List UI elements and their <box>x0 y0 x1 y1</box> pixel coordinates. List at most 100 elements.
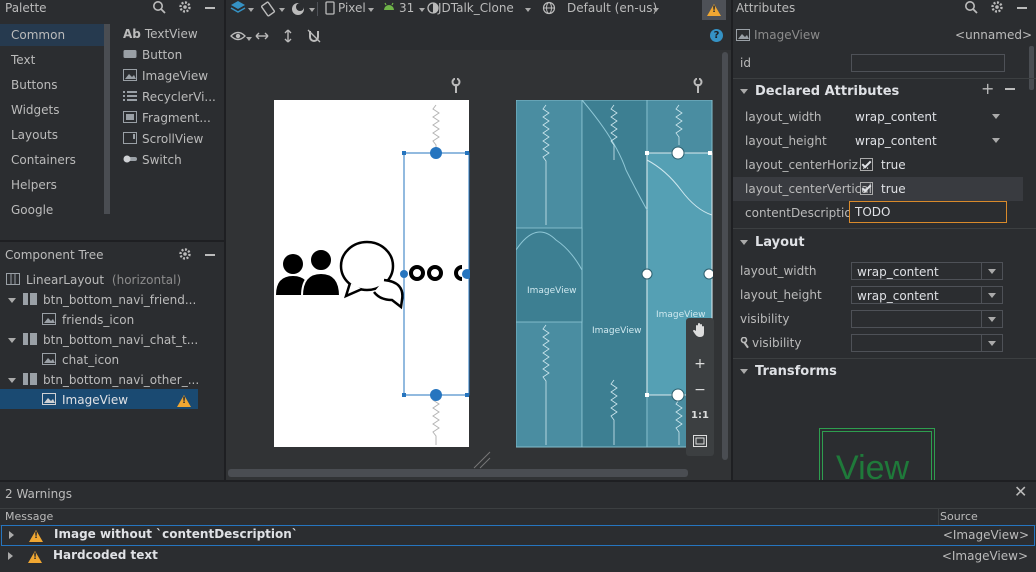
tools-visibility-select[interactable] <box>851 334 1003 352</box>
tree-row-linearlayout[interactable]: LinearLayout (horizontal) <box>6 270 181 290</box>
chevron-down-icon <box>981 287 1002 303</box>
tree-row-other-button[interactable]: btn_bottom_navi_other_... <box>8 370 199 390</box>
horizontal-resize-icon[interactable] <box>255 29 269 43</box>
chevron-down-icon[interactable] <box>419 8 425 12</box>
palette-category-common[interactable]: Common <box>11 28 65 42</box>
remove-attribute-button[interactable] <box>1005 88 1015 90</box>
zoom-in-button[interactable]: + <box>686 352 714 376</box>
minimize-icon[interactable] <box>1017 7 1027 9</box>
chevron-down-icon[interactable] <box>279 8 285 12</box>
problem-row[interactable]: Image without `contentDescription` <Imag… <box>1 525 1035 546</box>
content-description-input[interactable]: TODO <box>849 201 1007 223</box>
chevron-down-icon[interactable] <box>653 8 659 12</box>
warning-icon[interactable] <box>177 395 191 407</box>
blueprint-label: ImageView <box>592 326 642 336</box>
palette-category-text[interactable]: Text <box>11 53 35 67</box>
vertical-resize-icon[interactable] <box>281 29 295 43</box>
tree-row-imageview[interactable]: ImageView <box>42 390 128 410</box>
chevron-down-icon[interactable] <box>248 8 254 12</box>
declared-attributes-header[interactable]: Declared Attributes <box>733 81 899 103</box>
gear-icon[interactable] <box>178 247 192 261</box>
chevron-down-icon[interactable] <box>525 8 531 12</box>
theme-selector[interactable]: JDTalk_Clone <box>438 1 514 15</box>
palette-item-switch[interactable]: Switch <box>123 150 182 170</box>
device-selector[interactable]: Pixel <box>338 1 366 15</box>
zoom-fit-icon[interactable] <box>693 435 707 447</box>
design-canvas[interactable]: ImageView ImageView ImageView + − 1:1 <box>226 50 731 480</box>
column-message[interactable]: Message <box>5 509 53 525</box>
zoom-reset-button[interactable]: 1:1 <box>686 404 714 428</box>
layout-height-select[interactable]: wrap_content <box>851 286 1003 304</box>
search-icon[interactable] <box>152 0 166 14</box>
close-icon[interactable]: ✕ <box>1014 482 1027 501</box>
night-mode-icon[interactable] <box>290 1 306 17</box>
locale-selector[interactable]: Default (en-us) <box>567 1 657 15</box>
layout-height-dropdown[interactable]: wrap_content <box>850 132 1006 150</box>
attr-center-vertical: layout_centerVertical true <box>733 177 1023 201</box>
palette-category-google[interactable]: Google <box>11 203 53 217</box>
wrench-icon[interactable] <box>450 78 462 94</box>
blueprint-surface[interactable] <box>516 100 713 448</box>
layout-attr-tools-visibility: visibility <box>733 331 1023 355</box>
layout-icon <box>23 293 37 305</box>
minimize-icon[interactable] <box>205 254 215 256</box>
gear-icon[interactable] <box>990 0 1004 14</box>
palette-category-helpers[interactable]: Helpers <box>11 178 57 192</box>
palette-scrollbar[interactable] <box>104 24 110 214</box>
visibility-select[interactable] <box>851 310 1003 328</box>
column-source[interactable]: Source <box>938 509 978 525</box>
palette-item-textview[interactable]: Ab TextView <box>123 24 198 44</box>
design-surface[interactable] <box>274 100 470 448</box>
tree-row-chat-button[interactable]: btn_bottom_navi_chat_t... <box>8 330 198 350</box>
palette-category-containers[interactable]: Containers <box>11 153 76 167</box>
id-field[interactable] <box>851 54 1005 72</box>
palette-category-layouts[interactable]: Layouts <box>11 128 58 142</box>
constraint-handle-left <box>400 270 408 278</box>
rotate-icon[interactable] <box>260 1 276 17</box>
help-icon[interactable]: ? <box>710 29 723 42</box>
chevron-down-icon <box>986 108 1006 124</box>
search-icon[interactable] <box>964 0 978 14</box>
pan-hand-icon[interactable] <box>692 322 708 338</box>
center-vertical-checkbox[interactable]: true <box>860 177 906 201</box>
chevron-down-icon[interactable] <box>8 378 16 383</box>
wrench-icon[interactable] <box>692 78 704 94</box>
center-horizontal-checkbox[interactable]: true <box>860 153 906 177</box>
transforms-header[interactable]: Transforms <box>733 361 837 383</box>
layers-icon[interactable] <box>230 0 246 16</box>
palette-item-fragment[interactable]: Fragment... <box>123 108 211 128</box>
problem-message: Hardcoded text <box>53 548 158 562</box>
layout-header[interactable]: Layout <box>733 232 805 254</box>
gear-icon[interactable] <box>178 0 192 14</box>
resize-handle-icon[interactable] <box>472 450 492 470</box>
palette-category-buttons[interactable]: Buttons <box>11 78 57 92</box>
tree-row-friends-icon[interactable]: friends_icon <box>42 310 134 330</box>
warning-button[interactable] <box>702 0 726 20</box>
palette-item-recyclerview[interactable]: RecyclerVi... <box>123 87 216 107</box>
add-attribute-button[interactable]: + <box>981 79 994 98</box>
eye-icon[interactable] <box>230 29 246 43</box>
layout-width-dropdown[interactable]: wrap_content <box>850 108 1006 126</box>
chevron-down-icon[interactable] <box>246 37 252 41</box>
palette-item-scrollview[interactable]: ScrollView <box>123 129 203 149</box>
palette-item-button[interactable]: Button <box>123 45 182 65</box>
tree-row-friend-button[interactable]: btn_bottom_navi_friend... <box>8 290 196 310</box>
chevron-down-icon[interactable] <box>368 8 374 12</box>
attributes-scrollbar[interactable] <box>1029 46 1034 90</box>
chevron-down-icon[interactable] <box>8 298 16 303</box>
zoom-out-button[interactable]: − <box>686 378 714 402</box>
component-tree-title: Component Tree <box>5 248 104 262</box>
chevron-down-icon[interactable] <box>309 8 315 12</box>
horizontal-scrollbar[interactable] <box>228 469 688 477</box>
chevron-down-icon[interactable] <box>8 338 16 343</box>
vertical-scrollbar[interactable] <box>722 52 728 460</box>
problem-row[interactable]: Hardcoded text <ImageView> <box>1 547 1033 566</box>
id-label: id <box>740 56 751 70</box>
palette-item-imageview[interactable]: ImageView <box>123 66 208 86</box>
minimize-icon[interactable] <box>205 7 215 9</box>
tree-row-chat-icon[interactable]: chat_icon <box>42 350 119 370</box>
layout-width-select[interactable]: wrap_content <box>851 262 1003 280</box>
magnet-off-icon[interactable] <box>307 29 321 43</box>
api-selector[interactable]: 31 <box>399 1 414 15</box>
palette-category-widgets[interactable]: Widgets <box>11 103 60 117</box>
